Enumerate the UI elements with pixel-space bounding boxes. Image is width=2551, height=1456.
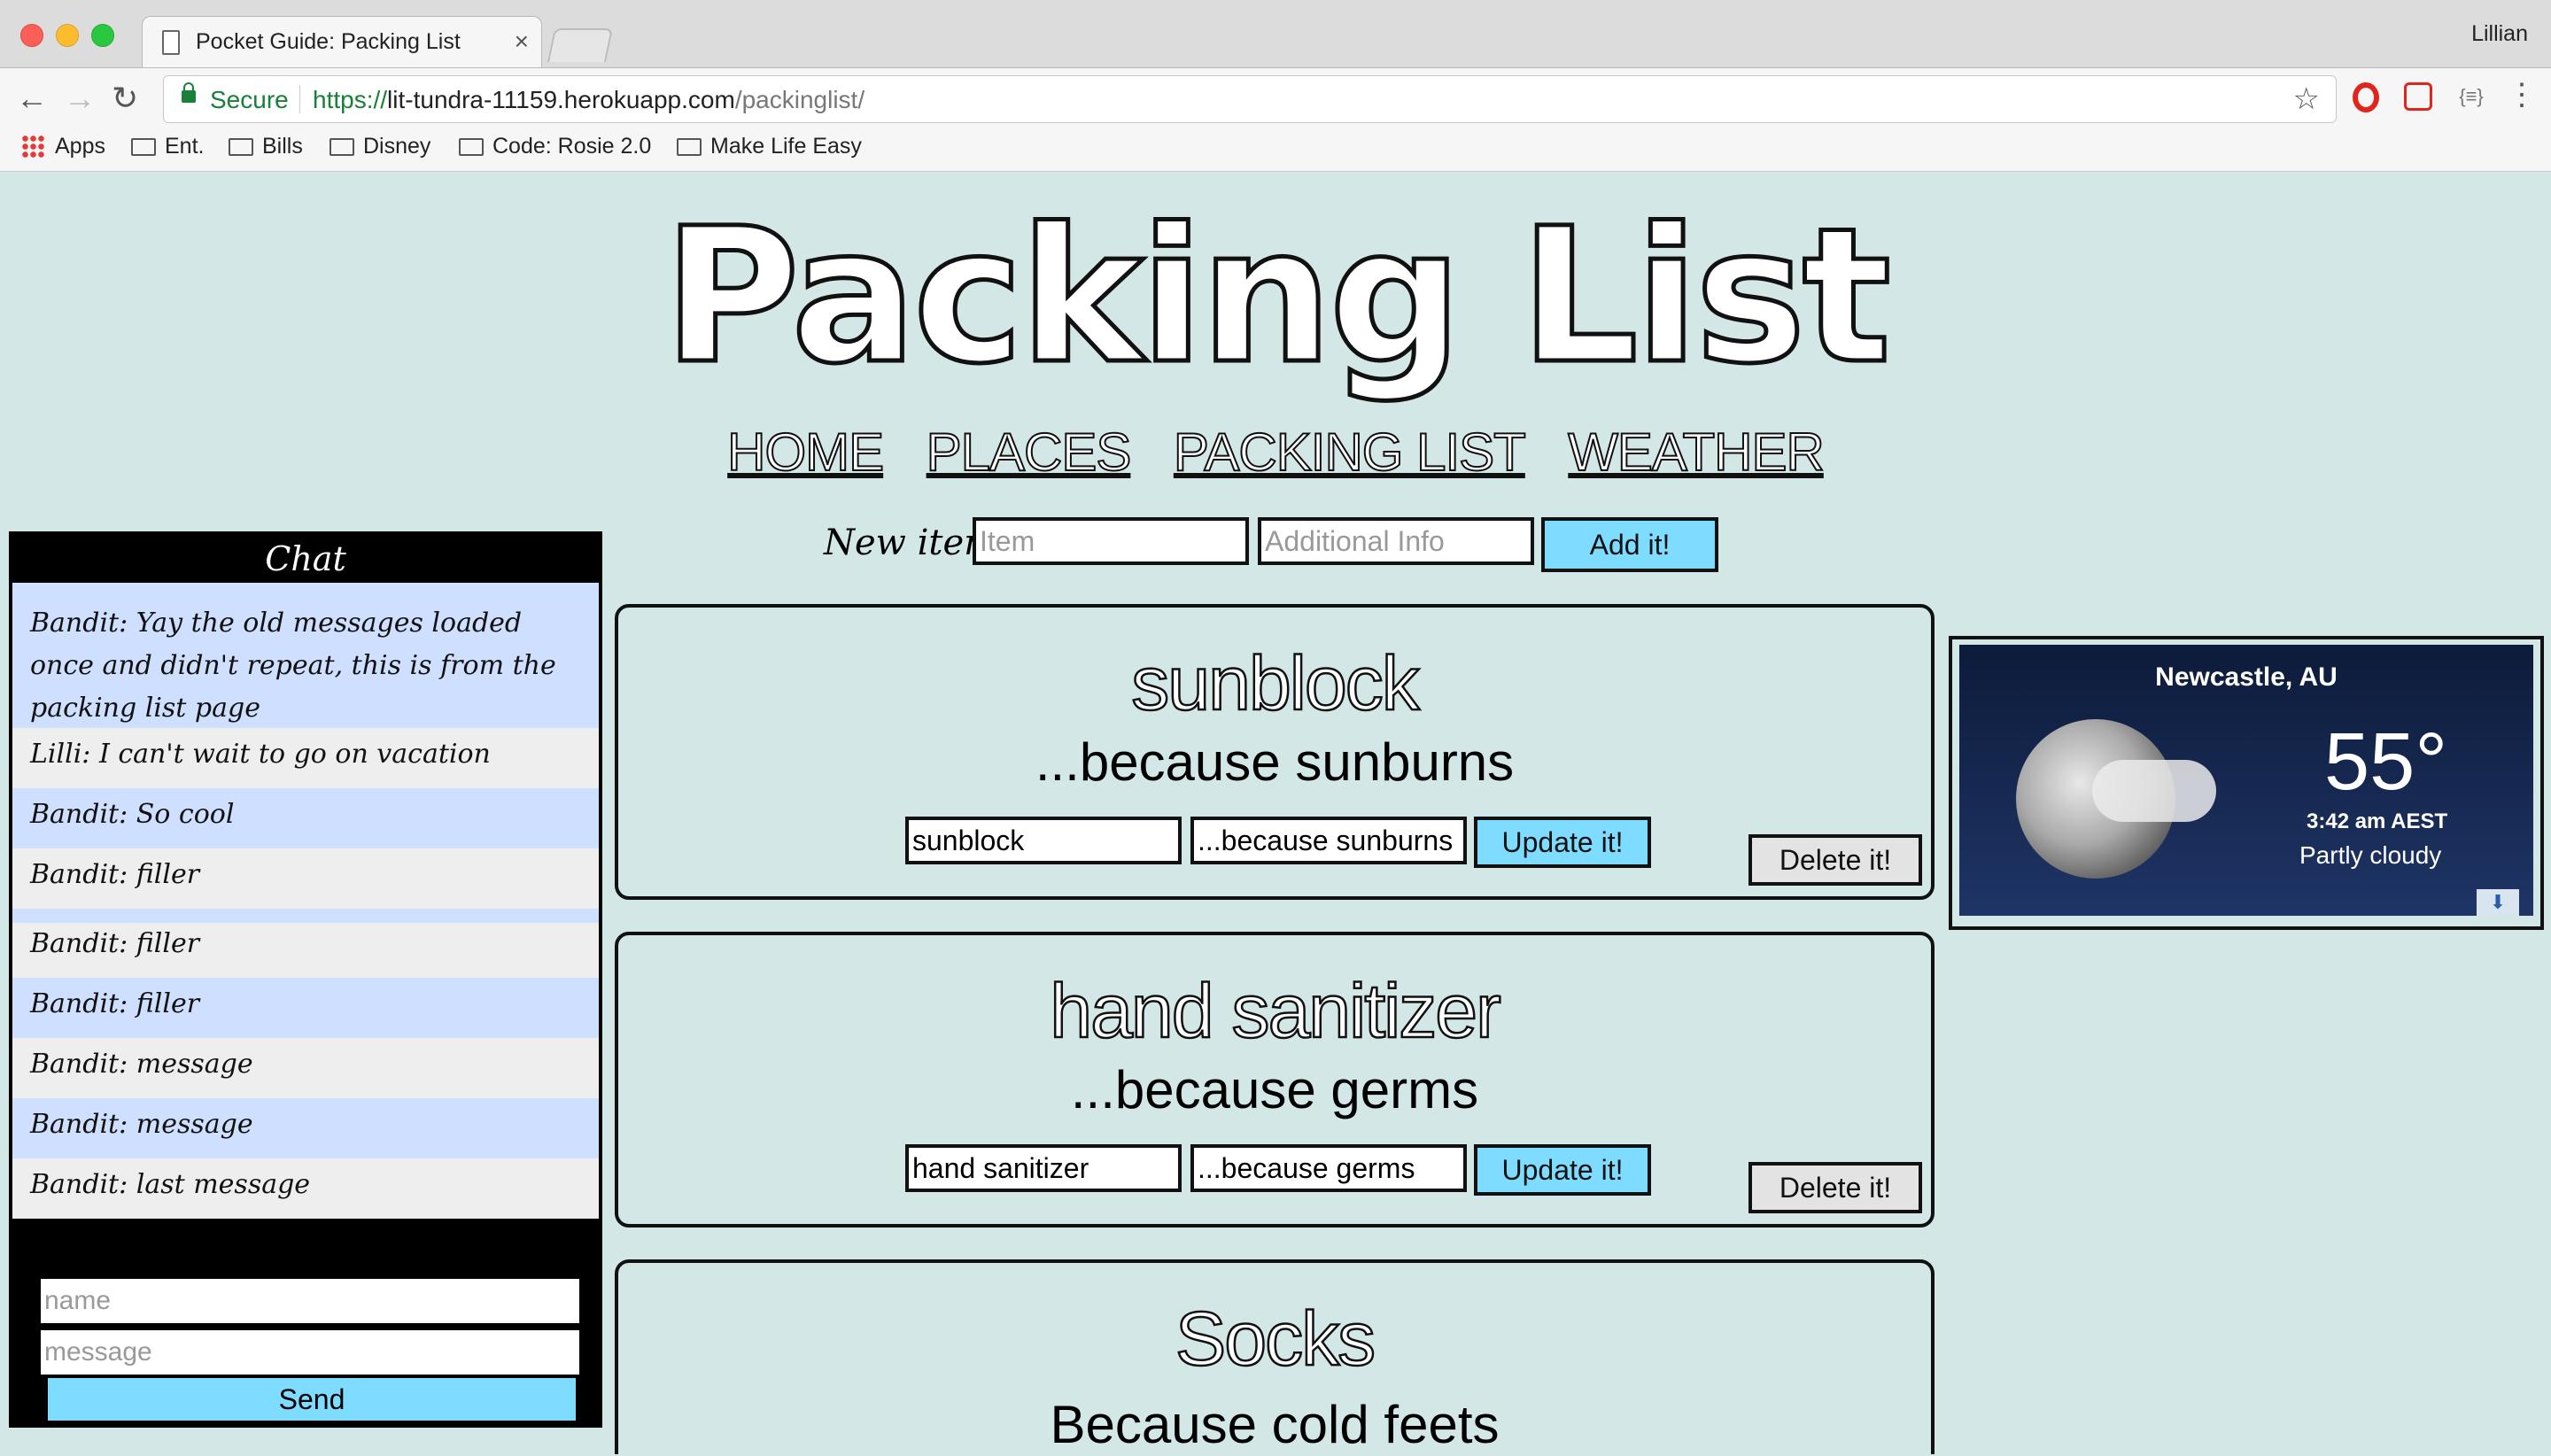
chat-message: Bandit: filler (12, 923, 599, 978)
tab-title: Pocket Guide: Packing List (196, 29, 461, 54)
folder-icon (330, 138, 354, 156)
bookmark-ent[interactable]: Ent. (131, 134, 204, 159)
packing-item-card: Socks Because cold feets (615, 1259, 1935, 1454)
item-name: Socks (1175, 1296, 1377, 1383)
item-name-field[interactable] (905, 1144, 1182, 1192)
chat-header: Chat (265, 539, 346, 578)
opera-extension-icon[interactable] (2353, 82, 2379, 112)
window-titlebar: Pocket Guide: Packing List × Lillian (0, 0, 2551, 68)
weather-time: 3:42 am AEST (2307, 809, 2448, 833)
bookmark-bills[interactable]: Bills (229, 134, 303, 159)
page-icon (162, 30, 180, 55)
json-extension-icon[interactable]: {≡} (2454, 82, 2489, 111)
chat-message: Bandit: message (12, 1098, 599, 1158)
chat-message-list-continued[interactable]: Bandit: filler Bandit: filler Bandit: me… (12, 923, 599, 1277)
item-reason: ...because germs (1070, 1060, 1479, 1119)
browser-menu-icon[interactable]: ⋮ (2507, 77, 2537, 112)
bookmark-make-life-easy[interactable]: Make Life Easy (677, 134, 862, 159)
bookmark-label: Bills (262, 134, 303, 159)
url-scheme: https:// (313, 86, 388, 113)
folder-icon (229, 138, 253, 156)
chat-send-button[interactable]: Send (48, 1378, 576, 1421)
close-window-button[interactable] (20, 24, 43, 47)
lock-icon (182, 82, 196, 103)
nav-link-packing-list[interactable]: PACKING LIST (1173, 422, 1527, 483)
url-path: /packinglist/ (734, 86, 865, 113)
packing-item-card: sunblock ...because sunburns Update it! … (615, 604, 1935, 900)
chat-message: Lilli: I can't wait to go on vacation (12, 728, 599, 788)
bookmark-label: Disney (363, 134, 431, 159)
item-reason-field[interactable] (1190, 1144, 1467, 1192)
chat-message: Bandit: filler (12, 978, 599, 1038)
weather-widget-frame: Newcastle, AU 55° 3:42 am AEST Partly cl… (1949, 636, 2544, 930)
address-divider (299, 85, 300, 113)
chat-message: Bandit: So cool (12, 788, 599, 848)
weather-widget[interactable]: Newcastle, AU 55° 3:42 am AEST Partly cl… (1959, 645, 2533, 916)
item-reason: ...because sunburns (1035, 732, 1515, 792)
bookmarks-bar: Apps Ent. Bills Disney Code: Rosie 2.0 M… (0, 130, 2551, 172)
page-title: Packing List (661, 188, 1893, 405)
chat-message-partial (12, 583, 599, 597)
download-icon[interactable]: ⬇ (2477, 889, 2519, 916)
update-item-button[interactable]: Update it! (1474, 1144, 1651, 1196)
minimize-window-button[interactable] (56, 24, 79, 47)
bookmark-disney[interactable]: Disney (330, 134, 430, 159)
delete-item-button[interactable]: Delete it! (1748, 1162, 1922, 1213)
chat-panel: Chat Bandit: Yay the old messages loaded… (9, 531, 602, 1428)
delete-item-button[interactable]: Delete it! (1748, 834, 1922, 886)
new-tab-button[interactable] (547, 28, 614, 62)
nav-link-places[interactable]: PLACES (926, 422, 1133, 483)
bookmark-apps[interactable]: Apps (21, 134, 105, 159)
weather-temperature: 55° (2324, 716, 2448, 807)
bookmark-label: Apps (55, 134, 105, 159)
back-arrow-icon[interactable]: ← (16, 81, 48, 116)
chat-message: Bandit: last message (12, 1158, 599, 1219)
chat-message-list[interactable]: Bandit: Yay the old messages loaded once… (12, 583, 599, 923)
forward-arrow-icon[interactable]: → (64, 81, 96, 116)
chat-message: Bandit: filler (12, 848, 599, 909)
bookmark-star-icon[interactable]: ☆ (2293, 81, 2320, 117)
bookmark-label: Ent. (165, 134, 205, 159)
chat-message: Bandit: message (12, 1038, 599, 1098)
weather-city: Newcastle, AU (2155, 662, 2338, 692)
chat-message-input[interactable] (39, 1328, 581, 1376)
extension-icon[interactable] (2404, 82, 2432, 111)
bookmark-code-rosie[interactable]: Code: Rosie 2.0 (459, 134, 651, 159)
secure-label: Secure (210, 86, 289, 113)
maximize-window-button[interactable] (91, 24, 114, 47)
reload-icon[interactable]: ↻ (112, 81, 138, 116)
browser-toolbar: ← → ↻ Secure https://lit-tundra-11159.he… (0, 67, 2551, 130)
bookmark-label: Code: Rosie 2.0 (492, 134, 652, 159)
browser-tab[interactable]: Pocket Guide: Packing List × (142, 16, 542, 68)
folder-icon (459, 138, 484, 156)
item-reason-field[interactable] (1190, 817, 1467, 864)
item-name: hand sanitizer (1049, 968, 1502, 1056)
additional-info-input[interactable] (1258, 517, 1534, 565)
profile-name[interactable]: Lillian (2471, 21, 2528, 47)
item-name-field[interactable] (905, 817, 1182, 864)
item-name: sunblock (1130, 640, 1421, 728)
packing-item-card: hand sanitizer ...because germs Update i… (615, 932, 1935, 1228)
url-text[interactable]: https://lit-tundra-11159.herokuapp.com/p… (313, 86, 865, 114)
folder-icon (677, 138, 702, 156)
chat-message: Bandit: filler (12, 909, 599, 923)
update-item-button[interactable]: Update it! (1474, 817, 1651, 868)
chat-message: Bandit: Yay the old messages loaded once… (12, 597, 599, 728)
apps-grid-icon (21, 135, 44, 158)
site-nav: HOME PLACES PACKING LIST WEATHER (0, 422, 2551, 483)
add-item-button[interactable]: Add it! (1541, 517, 1718, 572)
item-reason: Because cold feets (1050, 1395, 1500, 1454)
bookmark-label: Make Life Easy (710, 134, 862, 159)
nav-link-home[interactable]: HOME (726, 422, 885, 483)
address-bar[interactable]: Secure https://lit-tundra-11159.herokuap… (163, 75, 2337, 123)
folder-icon (131, 138, 156, 156)
nav-link-weather[interactable]: WEATHER (1567, 422, 1826, 483)
new-item-input[interactable] (973, 517, 1249, 565)
tab-close-icon[interactable]: × (515, 27, 529, 56)
url-host: lit-tundra-11159.herokuapp.com (387, 86, 735, 113)
cloud-icon (2092, 760, 2216, 822)
weather-condition: Partly cloudy (2299, 841, 2442, 869)
chat-name-input[interactable] (39, 1277, 581, 1325)
